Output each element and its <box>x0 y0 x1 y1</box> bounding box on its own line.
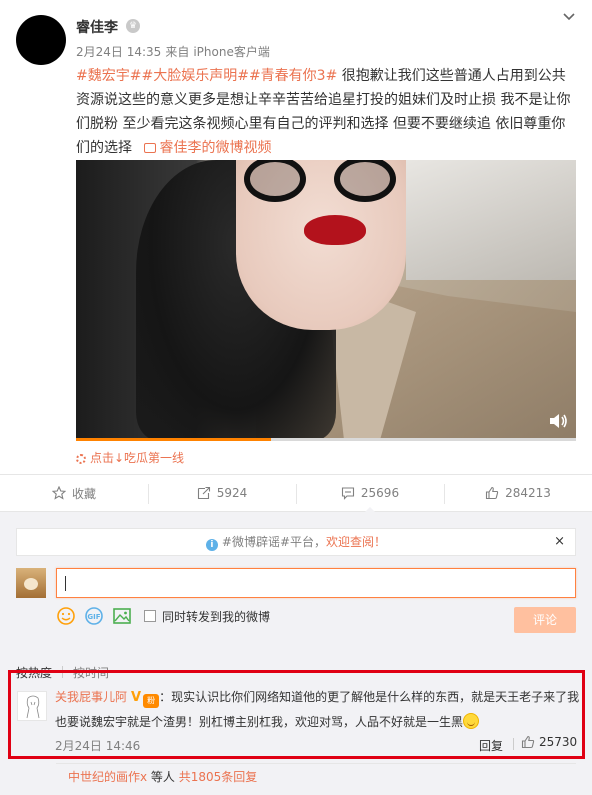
forward-button[interactable]: 5924 <box>148 475 296 511</box>
gif-icon[interactable]: GIF <box>84 606 104 626</box>
sub-reply-summary[interactable]: 中世纪的画作x 等人 共1805条回复 <box>56 763 576 791</box>
sub-reply-user[interactable]: 中世纪的画作x <box>68 770 147 784</box>
fan-medal-icon[interactable]: 粉 <box>143 694 160 708</box>
smiley-emoji-icon <box>463 713 480 729</box>
vip-level-icon[interactable]: ♛ <box>126 19 140 33</box>
video-frame-lips <box>304 215 366 245</box>
video-player[interactable] <box>76 160 576 440</box>
post-text: #魏宏宇##大脸娱乐声明##青春有你3# 很抱歉让我们这些普通人占用到公共资源说… <box>76 64 576 160</box>
sketch-avatar-icon <box>26 695 40 719</box>
hashtag-link[interactable]: #青春有你3# <box>249 68 337 84</box>
rumor-notice-banner: i #微博辟谣#平台，欢迎查阅！ × <box>16 528 576 556</box>
hashtag-link[interactable]: #大脸娱乐声明# <box>141 68 248 84</box>
comment-time: 2月24日 14:46 <box>55 739 141 753</box>
like-button[interactable]: 284213 <box>444 475 592 511</box>
video-link[interactable]: 睿佳李的微博视频 <box>136 140 271 156</box>
reply-button[interactable]: 回复 <box>479 737 503 754</box>
verified-v-icon[interactable]: V <box>131 686 141 710</box>
post-action-bar: 收藏 5924 25696 284213 <box>0 474 592 512</box>
post-date[interactable]: 2月24日 14:35 <box>76 45 161 59</box>
comment-input[interactable] <box>56 568 576 598</box>
video-frame-window <box>406 160 576 280</box>
thumbs-up-icon <box>486 486 499 500</box>
sub-reply-count[interactable]: 共1805条回复 <box>179 770 258 784</box>
highlighted-comment: 关我屁事儿阿 V 粉：现实认识比你们网络知道他的更了解他是什么样的东西，就是天王老子… <box>8 670 585 759</box>
comment-section: i #微博辟谣#平台，欢迎查阅！ × GIF 同时转发到我的微博 评论 按热度 按时… <box>0 512 592 795</box>
sync-forward-checkbox[interactable] <box>144 610 156 622</box>
composer-tools: GIF 同时转发到我的微博 <box>56 606 270 626</box>
submit-comment-button[interactable]: 评论 <box>514 607 576 633</box>
source-prefix: 来自 <box>165 45 190 59</box>
commenter-name[interactable]: 关我屁事儿阿 <box>55 690 127 704</box>
source-icon <box>76 453 86 464</box>
comment-button[interactable]: 25696 <box>296 475 444 512</box>
poster-avatar[interactable] <box>16 15 66 65</box>
favorite-button[interactable]: 收藏 <box>0 475 148 511</box>
weibo-post: 睿佳李 ♛ 2月24日 14:35 来自 iPhone客户端 #魏宏宇##大脸娱乐声… <box>0 0 592 473</box>
post-source[interactable]: iPhone客户端 <box>193 45 270 59</box>
volume-icon[interactable] <box>548 412 568 430</box>
comment-like-button[interactable]: 25730 <box>512 735 577 750</box>
image-icon[interactable] <box>112 606 132 626</box>
thumbs-up-icon <box>521 735 535 749</box>
commenter-avatar[interactable] <box>17 691 47 721</box>
svg-text:GIF: GIF <box>87 613 100 621</box>
notice-link[interactable]: 欢迎查阅！ <box>326 535 386 549</box>
sync-forward-label: 同时转发到我的微博 <box>162 609 271 624</box>
chevron-down-icon[interactable] <box>562 10 576 24</box>
star-icon <box>51 486 66 500</box>
my-avatar[interactable] <box>16 568 46 598</box>
comment-text: 关我屁事儿阿 V 粉：现实认识比你们网络知道他的更了解他是什么样的东西，就是天王老子… <box>55 685 580 734</box>
post-meta: 2月24日 14:35 来自 iPhone客户端 <box>76 43 274 60</box>
emoji-icon[interactable] <box>56 606 76 626</box>
poster-username[interactable]: 睿佳李 <box>76 17 118 37</box>
forward-icon <box>197 486 210 500</box>
hashtag-link[interactable]: #魏宏宇# <box>76 68 141 84</box>
text-caret <box>65 576 66 591</box>
video-progress-bar[interactable] <box>76 438 576 441</box>
video-progress-fill <box>76 438 271 441</box>
video-source-link[interactable]: 点击↓吃瓜第一线 <box>76 449 184 466</box>
comment-icon <box>341 487 354 500</box>
video-icon <box>144 143 157 153</box>
close-icon[interactable]: × <box>554 529 565 555</box>
info-icon: i <box>205 539 218 551</box>
